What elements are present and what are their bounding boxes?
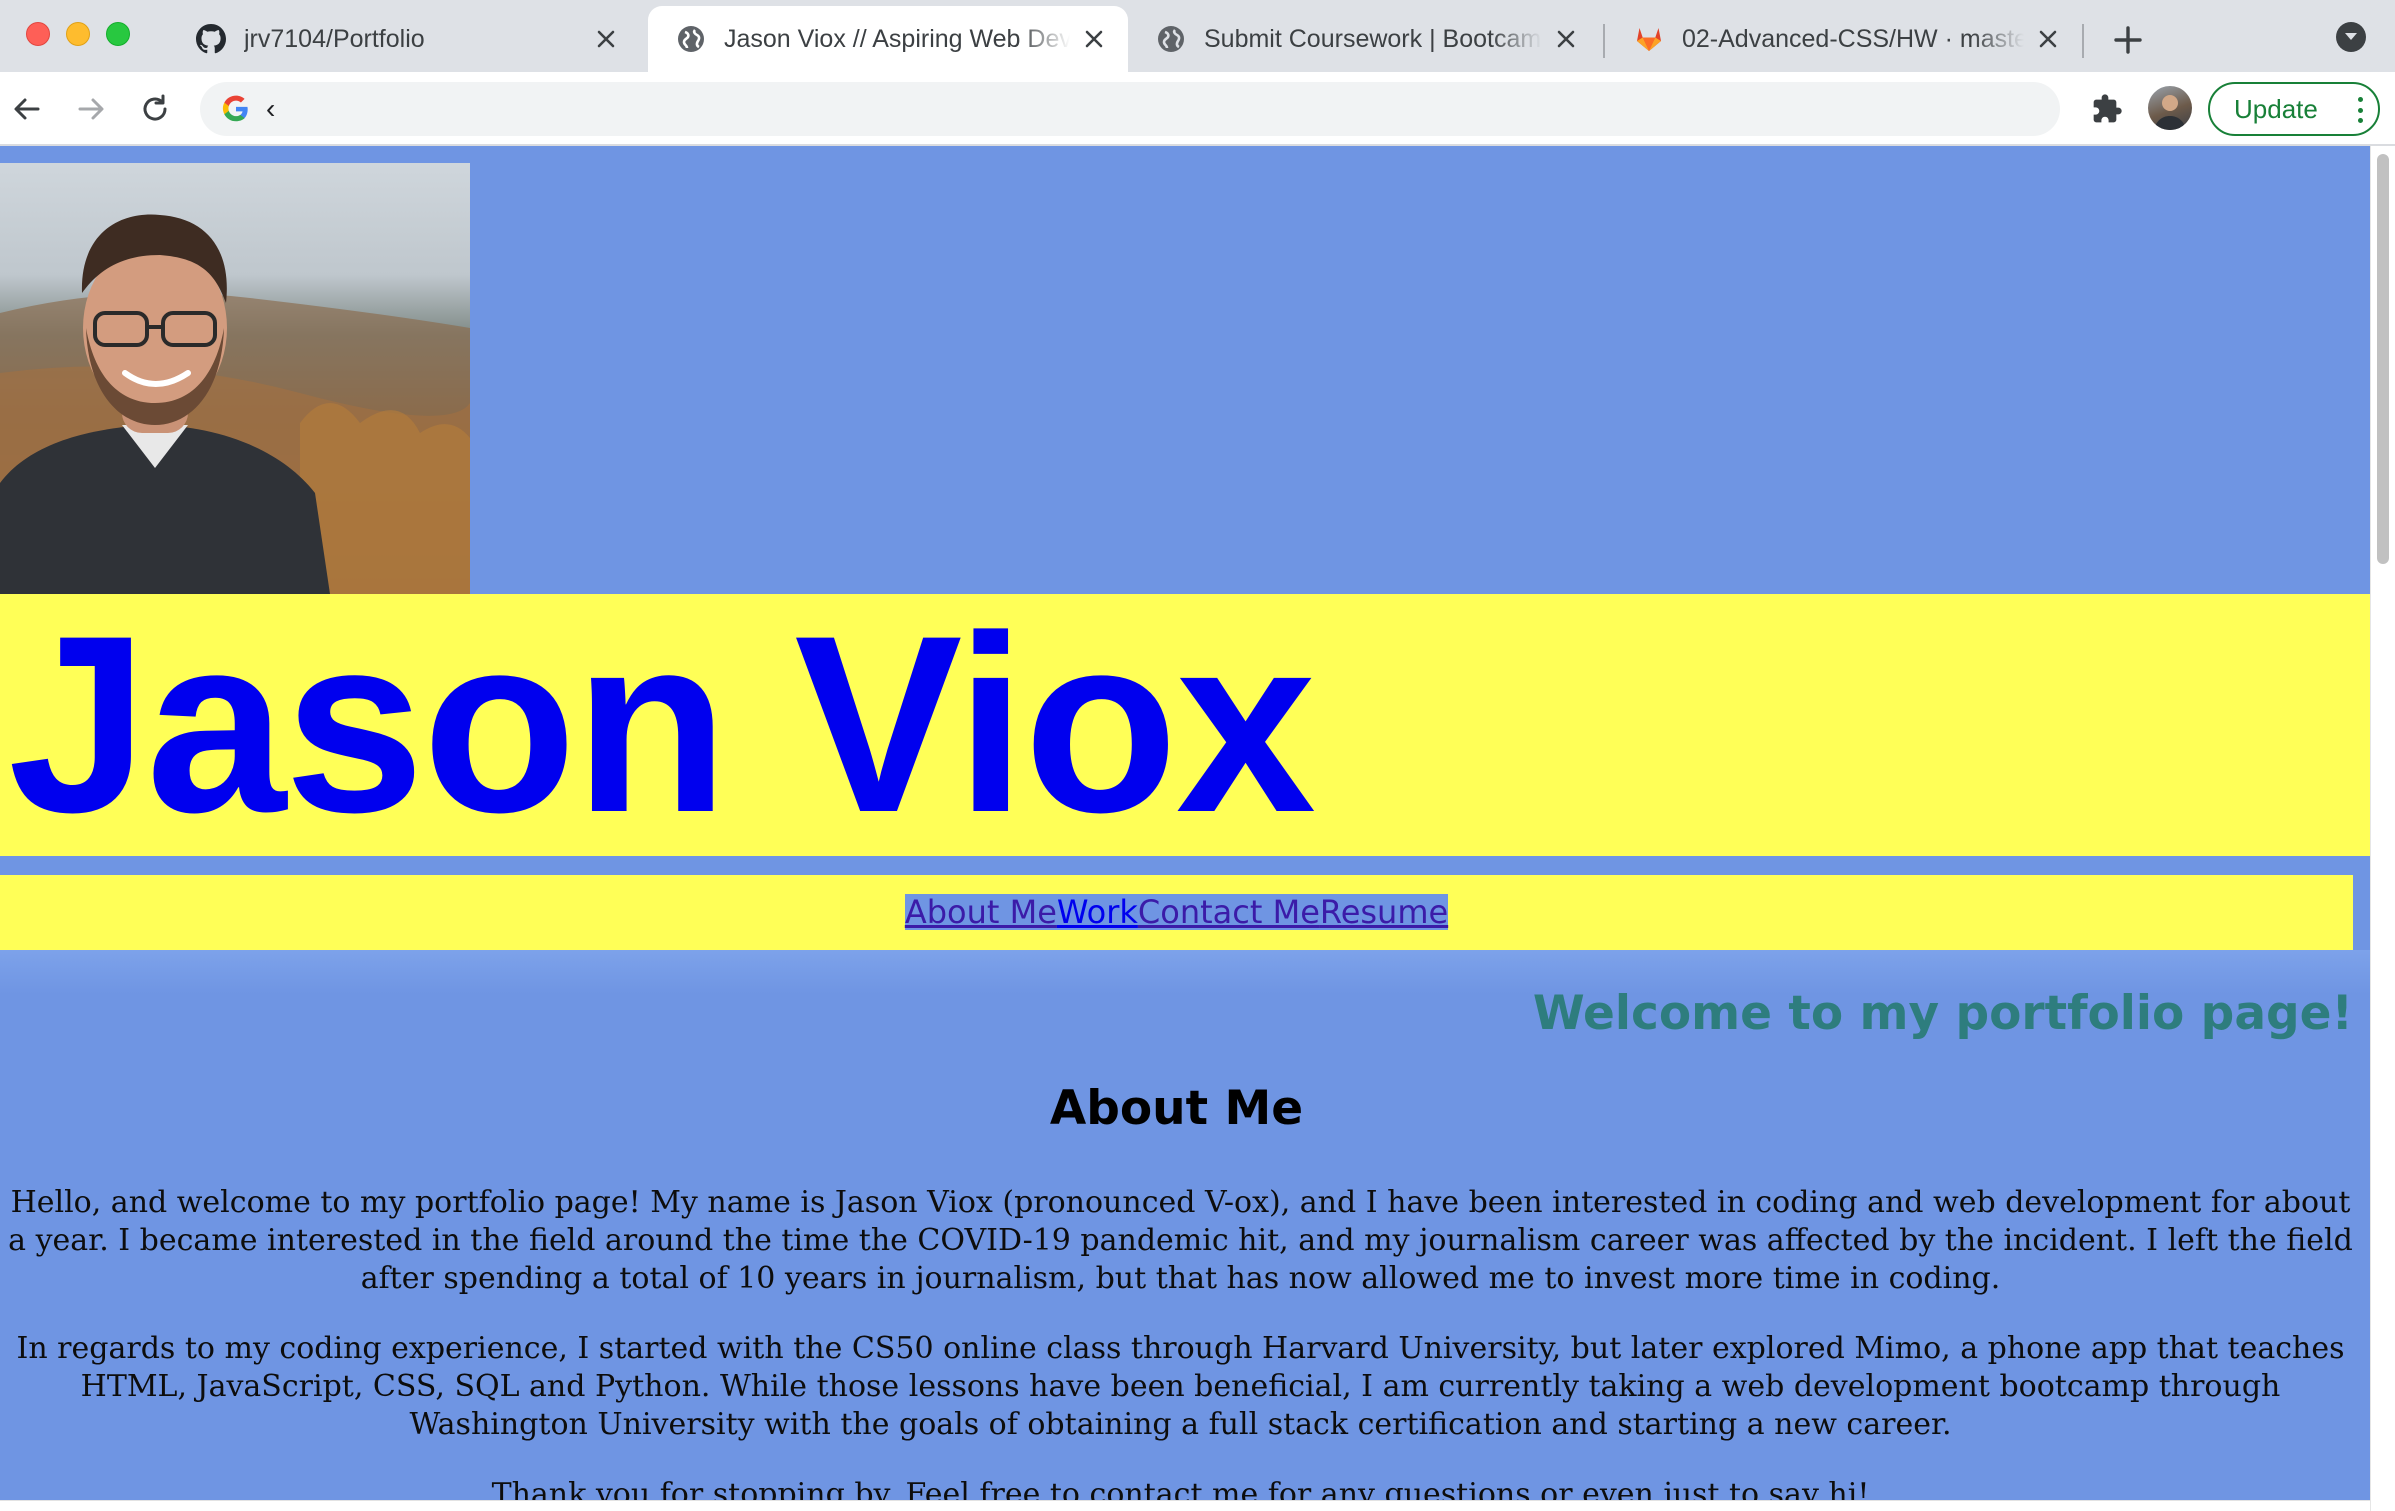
name-banner: Jason Viox	[0, 594, 2370, 856]
site-nav-links: About MeWorkContact MeResume	[904, 893, 1449, 931]
more-vertical-icon[interactable]	[2358, 97, 2364, 123]
window-minimize-button[interactable]	[66, 22, 90, 46]
globe-icon	[1156, 24, 1186, 54]
close-icon[interactable]	[1552, 25, 1580, 53]
profile-photo	[0, 163, 470, 594]
tab-gitlab-advanced-css[interactable]: 02-Advanced-CSS/HW · master	[1606, 6, 2082, 72]
close-icon[interactable]	[2034, 25, 2062, 53]
forward-arrow-icon[interactable]	[72, 90, 110, 128]
new-tab-icon[interactable]	[2108, 20, 2148, 60]
nav-link-work[interactable]: Work	[1057, 893, 1138, 931]
globe-icon	[676, 24, 706, 54]
tab-jason-viox[interactable]: Jason Viox // Aspiring Web Developer	[648, 6, 1128, 72]
tab-title: Jason Viox // Aspiring Web Developer	[724, 24, 1070, 53]
tab-separator	[2082, 24, 2084, 58]
nav-link-about-me[interactable]: About Me	[905, 893, 1057, 931]
site-name-heading: Jason Viox	[8, 584, 1316, 865]
gitlab-icon	[1634, 24, 1664, 54]
address-bar[interactable]: ‹	[200, 82, 2060, 136]
update-button[interactable]: Update	[2208, 82, 2380, 136]
back-arrow-icon[interactable]	[8, 90, 46, 128]
about-paragraph-1: Hello, and welcome to my portfolio page!…	[8, 1185, 2353, 1296]
tab-search-chevron-down-icon[interactable]	[2336, 22, 2366, 52]
page-viewport: Jason Viox About MeWorkContact MeResume …	[0, 146, 2370, 1511]
site-nav: About MeWorkContact MeResume	[0, 875, 2353, 950]
nav-link-resume[interactable]: Resume	[1320, 893, 1448, 931]
nav-link-contact-me[interactable]: Contact Me	[1138, 893, 1320, 931]
github-icon	[196, 24, 226, 54]
tab-separator	[1603, 24, 1605, 58]
browser-toolbar: ‹ Update	[0, 72, 2395, 146]
tab-title: jrv7104/Portfolio	[244, 24, 425, 53]
address-text: ‹	[266, 93, 276, 124]
update-label: Update	[2234, 93, 2318, 124]
vertical-scrollbar[interactable]	[2370, 146, 2395, 1511]
tab-strip: jrv7104/Portfolio Jason Viox // Aspiring…	[0, 0, 2395, 72]
about-paragraph-2: In regards to my coding experience, I st…	[16, 1331, 2345, 1442]
google-g-icon	[222, 95, 248, 122]
tab-title: 02-Advanced-CSS/HW · master	[1682, 24, 2024, 53]
horizontal-scrollbar[interactable]	[0, 1500, 2370, 1511]
tab-title: Submit Coursework | Bootcamp	[1204, 24, 1542, 53]
profile-avatar[interactable]	[2148, 86, 2192, 130]
reload-icon[interactable]	[136, 90, 174, 128]
tab-github-portfolio[interactable]: jrv7104/Portfolio	[168, 6, 640, 72]
close-icon[interactable]	[1080, 25, 1108, 53]
tab-submit-coursework[interactable]: Submit Coursework | Bootcamp	[1128, 6, 1600, 72]
extensions-puzzle-icon[interactable]	[2088, 90, 2126, 128]
close-icon[interactable]	[592, 25, 620, 53]
welcome-heading: Welcome to my portfolio page!	[1532, 986, 2353, 1041]
window-zoom-button[interactable]	[106, 22, 130, 46]
about-me-heading: About Me	[1049, 1081, 1304, 1136]
scrollbar-thumb[interactable]	[2377, 154, 2389, 564]
window-close-button[interactable]	[26, 22, 50, 46]
